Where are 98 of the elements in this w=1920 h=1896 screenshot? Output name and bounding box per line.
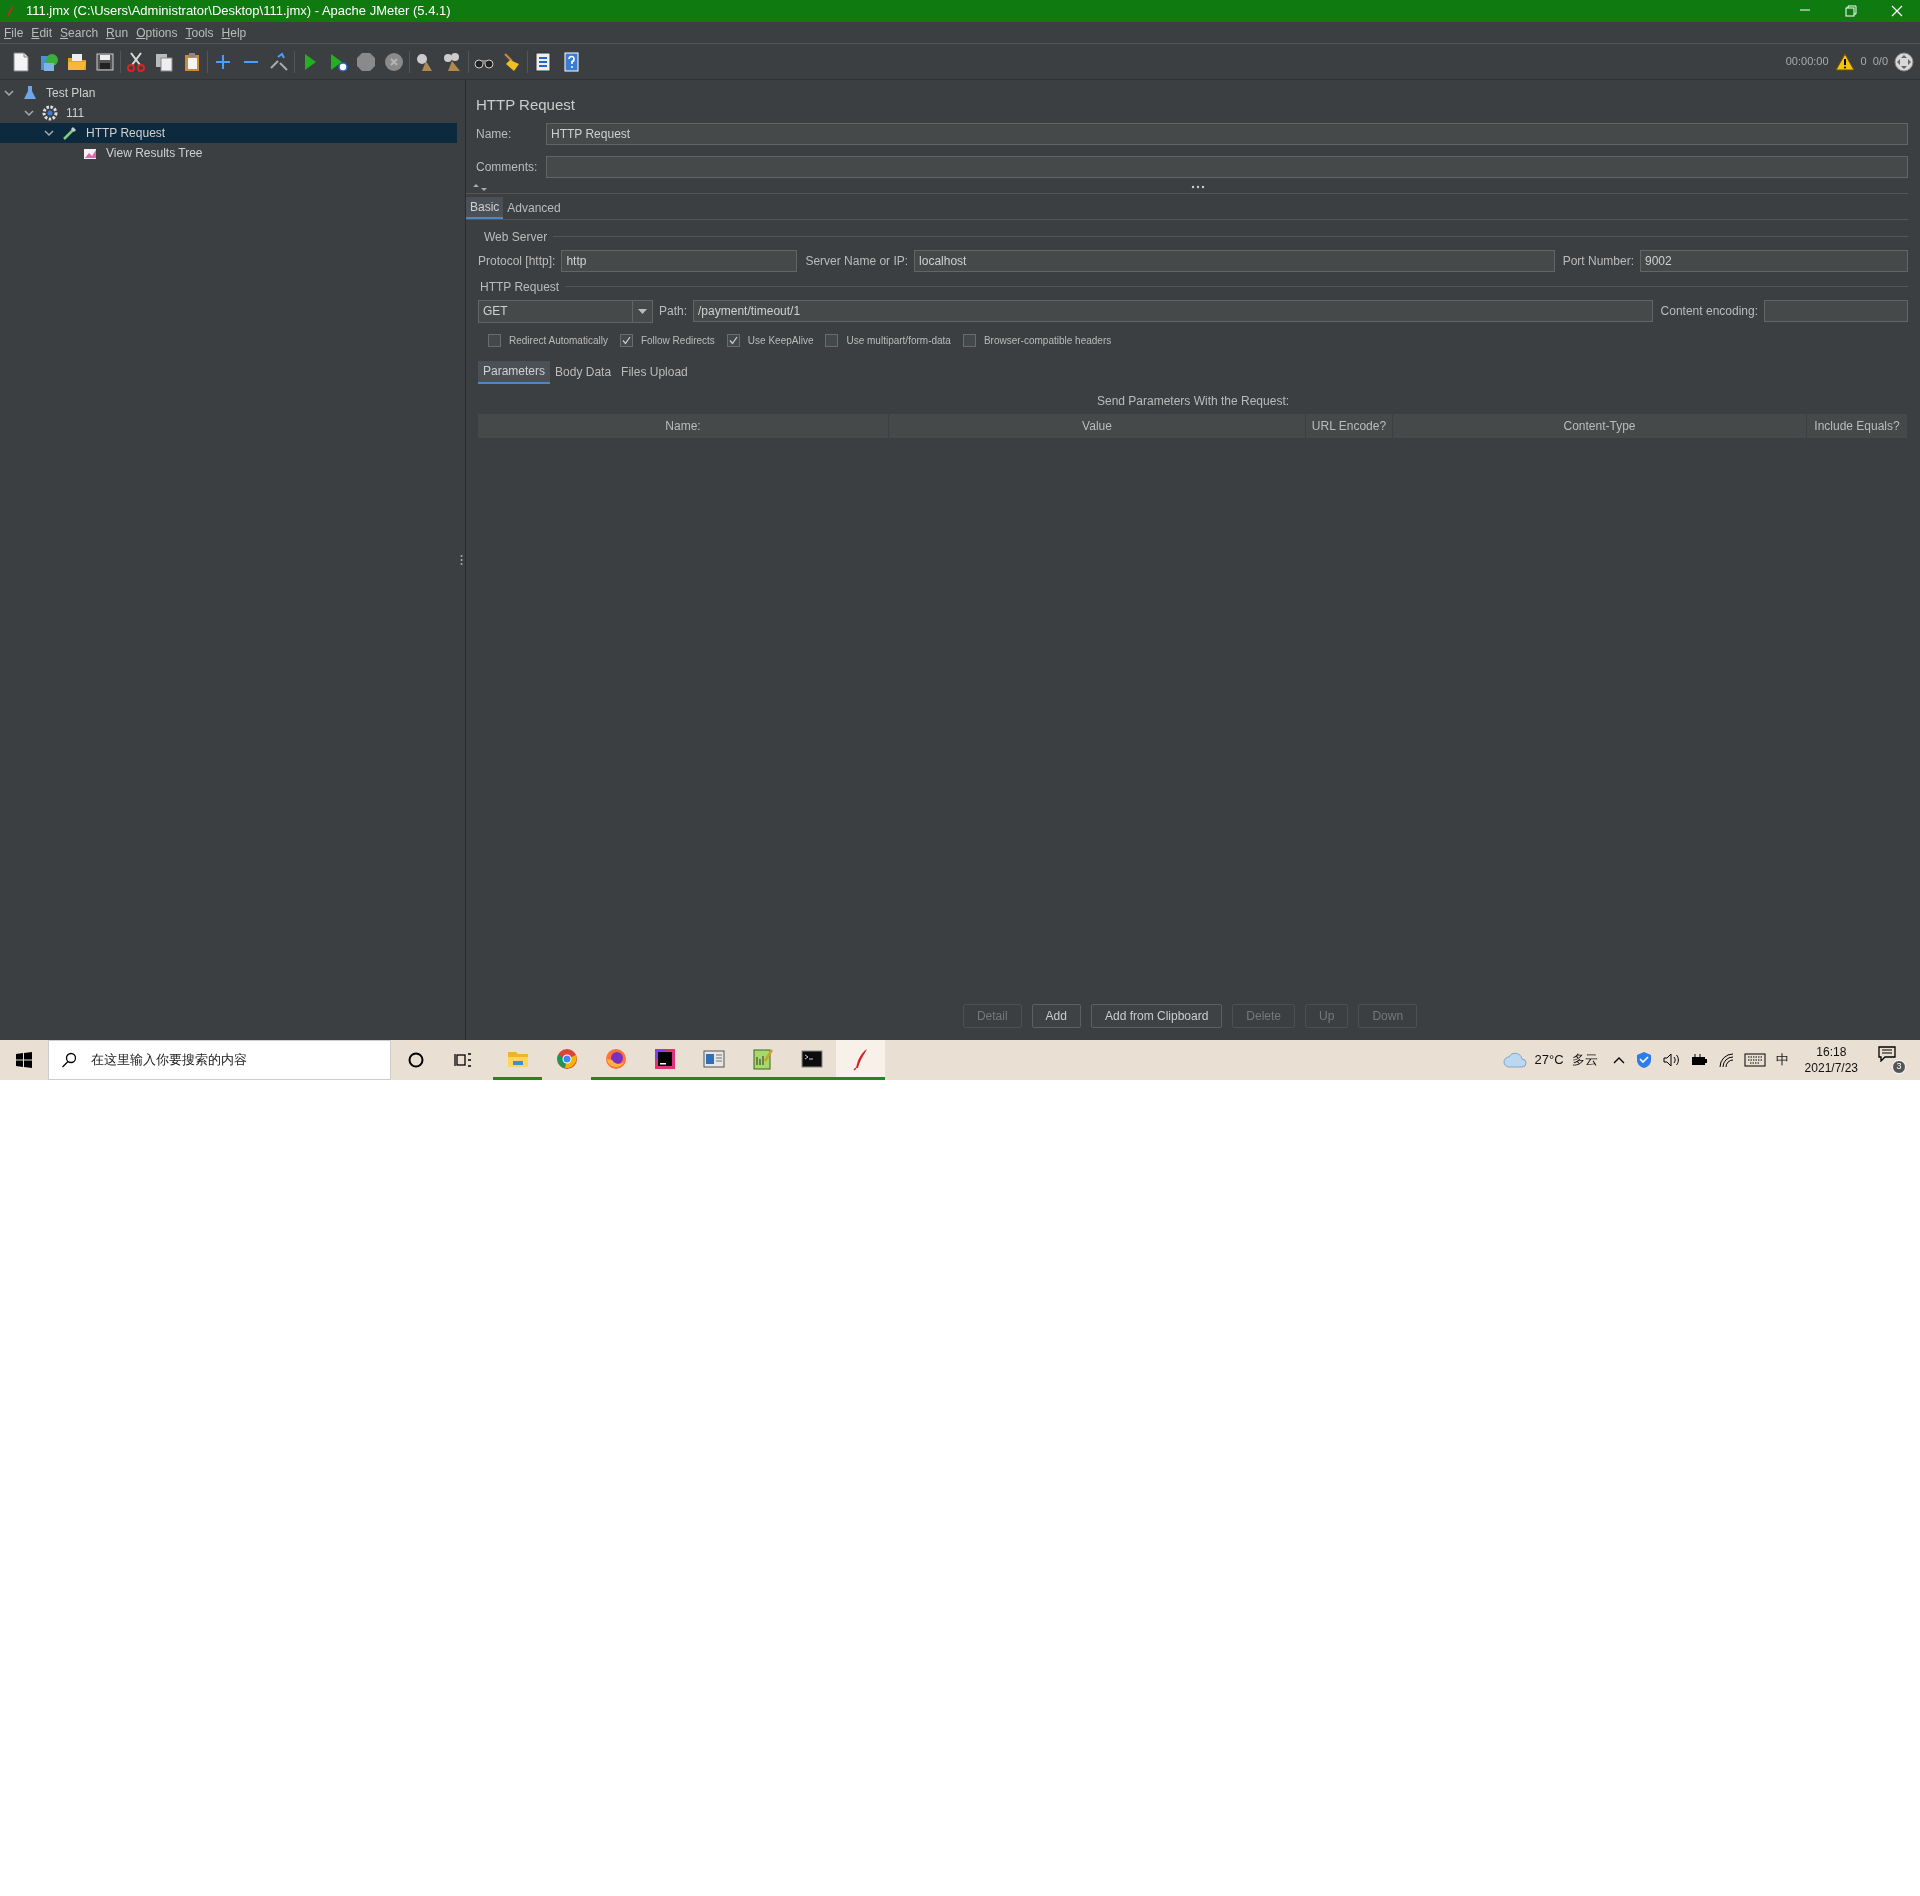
splitter-grip-icon[interactable] [459, 554, 463, 566]
column-header[interactable]: URL Encode? [1306, 413, 1393, 438]
checkbox-option[interactable]: Redirect Automatically [488, 332, 608, 348]
comments-field[interactable] [546, 155, 1908, 178]
scissors-icon[interactable] [125, 50, 147, 73]
speaker-icon[interactable] [1661, 1052, 1680, 1068]
chevron-up-icon[interactable] [1611, 1055, 1626, 1065]
section-heading: HTTP Request [479, 278, 560, 296]
message-icon [1878, 1046, 1896, 1062]
tab[interactable]: Files Upload [616, 360, 693, 384]
checkbox-option[interactable]: Use KeepAlive [726, 332, 814, 348]
checkmark-icon [728, 335, 738, 345]
browser-icon [554, 1046, 579, 1071]
menu-item[interactable]: File [4, 23, 24, 42]
temperature: 27°C [1534, 1051, 1564, 1070]
tree-item[interactable]: View Results Tree [0, 143, 457, 163]
error-count: 0 [1860, 54, 1867, 70]
feather-icon [4, 4, 18, 18]
menu-item[interactable]: Search [60, 23, 99, 42]
tree-item[interactable]: HTTP Request [0, 123, 457, 143]
window-title: 111.jmx (C:\Users\Administrator\Desktop\111.jmx) - Apache JMeter (5.4.1) [26, 2, 451, 21]
weather-condition: 多云 [1571, 1051, 1598, 1070]
checkbox[interactable] [825, 333, 839, 347]
warning-icon[interactable] [1834, 52, 1855, 71]
notepad-icon [750, 1046, 775, 1071]
collapse-arrows-icon[interactable] [472, 183, 488, 191]
column-header[interactable]: Content-Type [1393, 413, 1807, 438]
fox-browser-icon [603, 1046, 628, 1071]
method-dropdown[interactable]: GET [478, 299, 653, 323]
column-header[interactable]: Name: [478, 413, 889, 438]
panel-title: HTTP Request [476, 95, 576, 115]
table-caption: Send Parameters With the Request: [1095, 392, 1291, 410]
tree-item[interactable]: 111 [0, 103, 457, 123]
field-label: Comments: [476, 158, 538, 176]
tree-item[interactable]: Test Plan [0, 83, 457, 103]
menu-item[interactable]: Edit [31, 23, 53, 42]
menu-item[interactable]: Options [136, 23, 178, 42]
drag-handle-icon[interactable] [1191, 185, 1205, 189]
list-icon[interactable] [532, 50, 554, 73]
path-field[interactable]: /payment/timeout/1 [693, 300, 1653, 322]
checkmark-icon [621, 335, 631, 345]
clock-time[interactable]: 16:18 [1816, 1044, 1847, 1060]
windows-start-icon[interactable] [16, 1052, 32, 1068]
battery-icon[interactable] [1689, 1053, 1708, 1067]
field-label: Server Name or IP: [805, 252, 909, 270]
menu-item[interactable]: Run [106, 23, 129, 42]
task-view-icon[interactable] [454, 1052, 472, 1068]
action-button[interactable]: Add from Clipboard [1090, 1003, 1223, 1028]
checkbox[interactable] [726, 333, 740, 347]
section-heading: Web Server [483, 228, 548, 246]
tab[interactable]: Basic [466, 196, 504, 219]
clock-date[interactable]: 2021/7/23 [1804, 1060, 1858, 1076]
field-label: Path: [659, 303, 688, 320]
checkbox[interactable] [962, 333, 976, 347]
notification-badge: 3 [1892, 1060, 1906, 1074]
taskbar-search-field[interactable]: 在这里输入你要搜索的内容 [48, 1040, 391, 1080]
column-header[interactable]: Value [889, 413, 1306, 438]
tab[interactable]: Body Data [550, 360, 617, 384]
cloud-icon [1502, 1052, 1527, 1068]
checkbox-option[interactable]: Use multipart/form-data [825, 332, 951, 348]
port-field[interactable]: 9002 [1640, 249, 1908, 272]
tab[interactable]: Parameters [478, 360, 551, 384]
notification-center-button[interactable]: 3 [1878, 1046, 1906, 1074]
server-field[interactable]: localhost [914, 249, 1555, 272]
new-file-icon[interactable] [10, 50, 32, 73]
shutdown-icon[interactable] [383, 50, 405, 73]
field-label: Protocol [http]: [478, 252, 556, 270]
column-header[interactable]: Include Equals? [1807, 413, 1908, 438]
globe-icon [1894, 51, 1914, 72]
flask-icon [22, 85, 38, 101]
save-icon[interactable] [94, 50, 116, 73]
name-field[interactable]: HTTP Request [546, 122, 1908, 145]
action-button[interactable]: Add [1031, 1003, 1081, 1028]
keyboard-icon[interactable] [1743, 1053, 1766, 1067]
tab[interactable]: Advanced [503, 196, 565, 219]
cortana-circle-icon[interactable] [408, 1052, 424, 1068]
caret-icon [638, 308, 647, 314]
checkbox-option[interactable]: Browser-compatible headers [962, 332, 1112, 348]
pipette-icon [62, 125, 78, 141]
checkbox[interactable] [619, 333, 633, 347]
gear-icon [42, 105, 58, 121]
encoding-field[interactable] [1764, 300, 1908, 322]
checkbox[interactable] [488, 333, 501, 347]
elapsed-time: 00:00:00 [1785, 54, 1829, 70]
checkbox-option[interactable]: Follow Redirects [619, 332, 715, 348]
protocol-field[interactable]: http [561, 249, 798, 272]
menu-item[interactable]: Help [221, 23, 247, 42]
field-label: Content encoding: [1660, 303, 1758, 320]
stop-icon[interactable] [355, 50, 377, 73]
menu-item[interactable]: Tools [185, 23, 214, 42]
input-method-indicator[interactable]: 中 [1775, 1050, 1789, 1070]
shield-icon[interactable] [1635, 1051, 1652, 1069]
field-label: Name: [476, 125, 513, 143]
network-icon[interactable] [1717, 1052, 1734, 1068]
field-label: Port Number: [1562, 252, 1634, 270]
thread-count: 0/0 [1872, 54, 1888, 70]
ide-icon [652, 1046, 677, 1071]
search-icon [61, 1052, 77, 1068]
